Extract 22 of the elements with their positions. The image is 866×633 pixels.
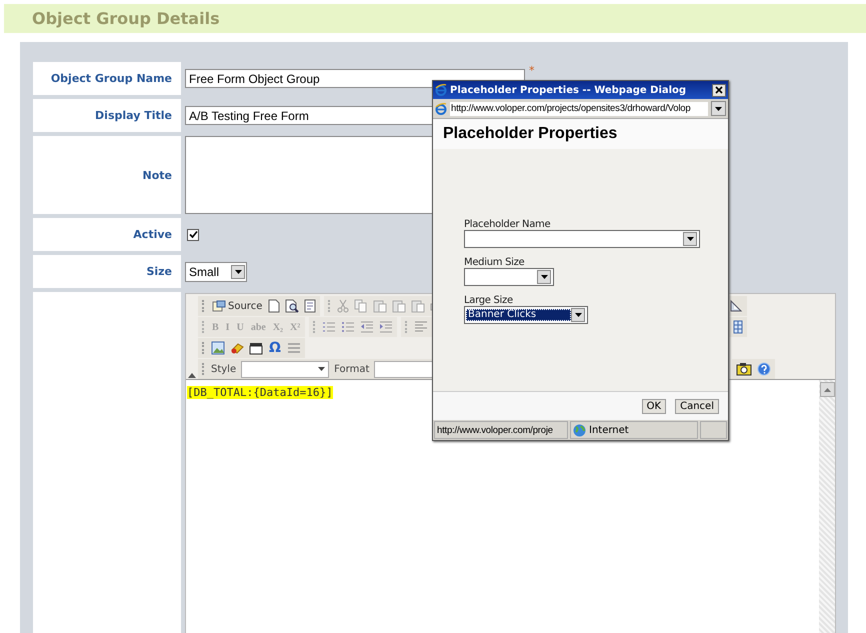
size-dropdown[interactable]: Small [185,262,247,282]
field-label: Medium Size [464,257,526,268]
status-url: http://www.voloper.com/proje [434,421,568,439]
field-label: Active [33,218,181,251]
address-text: http://www.voloper.com/projects/opensites3/drhoward/Volop [450,102,708,116]
required-mark: * [529,64,534,77]
special-character-button[interactable]: Ω [268,340,282,356]
dropdown[interactable]: Banner Clicks [464,306,588,324]
field-label: Placeholder Name [464,219,552,230]
dialog-button[interactable]: Cancel [675,398,719,414]
style-label: Style [211,364,236,374]
placeholder-token: [DB_TOTAL:{DataId=16}] [187,386,333,399]
dialog-button[interactable]: OK [642,398,666,414]
field-label: Display Title [33,99,181,132]
format-label: Format [334,364,370,374]
field-label: Note [33,136,181,214]
dialog-heading: Placeholder Properties [443,125,618,143]
field-label: Large Size [464,295,514,306]
field-label: Object Group Name [33,62,181,95]
zone-label: Internet [589,424,629,436]
field-label: Size [33,255,181,288]
page-title: Object Group Details [32,9,220,28]
